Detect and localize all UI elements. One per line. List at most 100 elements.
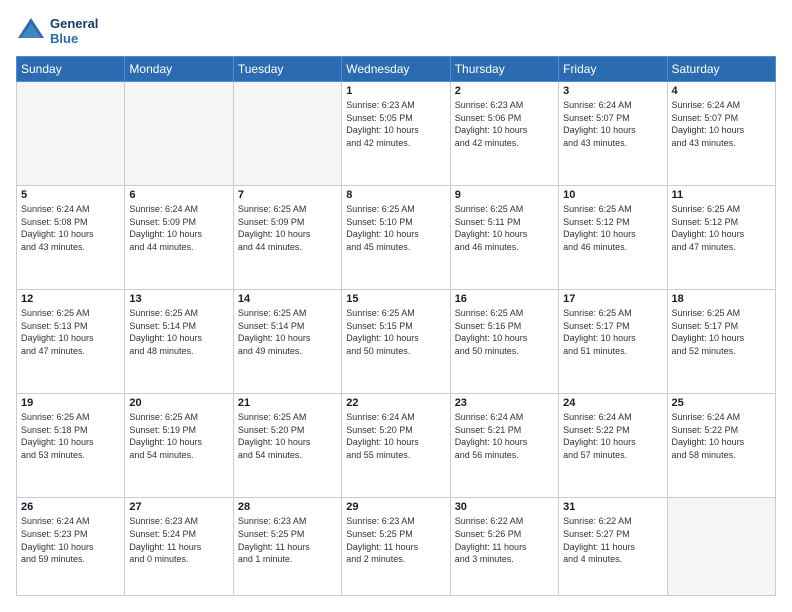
calendar-week-row: 12 Sunrise: 6:25 AMSunset: 5:13 PMDayligh… bbox=[17, 290, 776, 394]
calendar-cell: 9 Sunrise: 6:25 AMSunset: 5:11 PMDaylight… bbox=[450, 186, 558, 290]
day-number: 25 bbox=[672, 397, 771, 409]
calendar-cell: 19 Sunrise: 6:25 AMSunset: 5:18 PMDayligh… bbox=[17, 394, 125, 498]
cell-info: Sunrise: 6:24 AMSunset: 5:22 PMDaylight:… bbox=[563, 411, 662, 461]
day-number: 13 bbox=[129, 293, 228, 305]
calendar-cell: 25 Sunrise: 6:24 AMSunset: 5:22 PMDayligh… bbox=[667, 394, 775, 498]
calendar-cell: 14Sunrise: 6:25 AMSunset: 5:14 PMDayligh… bbox=[233, 290, 341, 394]
day-number: 14 bbox=[238, 293, 337, 305]
calendar-cell: 22Sunrise: 6:24 AMSunset: 5:20 PMDayligh… bbox=[342, 394, 450, 498]
calendar-cell: 24 Sunrise: 6:24 AMSunset: 5:22 PMDayligh… bbox=[559, 394, 667, 498]
cell-info: Sunrise: 6:23 AMSunset: 5:25 PMDaylight:… bbox=[346, 515, 445, 565]
day-number: 31 bbox=[563, 501, 662, 513]
cell-info: Sunrise: 6:24 AMSunset: 5:07 PMDaylight:… bbox=[563, 99, 662, 149]
header-wednesday: Wednesday bbox=[342, 57, 450, 82]
calendar-cell: 21Sunrise: 6:25 AMSunset: 5:20 PMDayligh… bbox=[233, 394, 341, 498]
cell-info: Sunrise: 6:23 AMSunset: 5:05 PMDaylight:… bbox=[346, 99, 445, 149]
header-monday: Monday bbox=[125, 57, 233, 82]
day-number: 27 bbox=[129, 501, 228, 513]
cell-info: Sunrise: 6:22 AMSunset: 5:26 PMDaylight:… bbox=[455, 515, 554, 565]
cell-info: Sunrise: 6:25 AMSunset: 5:17 PMDaylight:… bbox=[672, 307, 771, 357]
calendar-cell: 28Sunrise: 6:23 AMSunset: 5:25 PMDayligh… bbox=[233, 498, 341, 596]
cell-info: Sunrise: 6:25 AMSunset: 5:16 PMDaylight:… bbox=[455, 307, 554, 357]
calendar-cell bbox=[17, 82, 125, 186]
calendar-cell: 27Sunrise: 6:23 AMSunset: 5:24 PMDayligh… bbox=[125, 498, 233, 596]
cell-info: Sunrise: 6:24 AMSunset: 5:23 PMDaylight:… bbox=[21, 515, 120, 565]
day-number: 18 bbox=[672, 293, 771, 305]
calendar-cell: 2 Sunrise: 6:23 AMSunset: 5:06 PMDaylight… bbox=[450, 82, 558, 186]
calendar-cell: 17Sunrise: 6:25 AMSunset: 5:17 PMDayligh… bbox=[559, 290, 667, 394]
header-friday: Friday bbox=[559, 57, 667, 82]
calendar-week-row: 26 Sunrise: 6:24 AMSunset: 5:23 PMDayligh… bbox=[17, 498, 776, 596]
day-number: 24 bbox=[563, 397, 662, 409]
day-number: 4 bbox=[672, 85, 771, 97]
cell-info: Sunrise: 6:25 AMSunset: 5:18 PMDaylight:… bbox=[21, 411, 120, 461]
calendar-cell bbox=[125, 82, 233, 186]
calendar-cell: 8 Sunrise: 6:25 AMSunset: 5:10 PMDaylight… bbox=[342, 186, 450, 290]
cell-info: Sunrise: 6:25 AMSunset: 5:12 PMDaylight:… bbox=[672, 203, 771, 253]
cell-info: Sunrise: 6:25 AMSunset: 5:15 PMDaylight:… bbox=[346, 307, 445, 357]
day-number: 3 bbox=[563, 85, 662, 97]
page: General Blue SundayMondayTuesdayWednesda… bbox=[0, 0, 792, 612]
cell-info: Sunrise: 6:25 AMSunset: 5:19 PMDaylight:… bbox=[129, 411, 228, 461]
calendar-cell: 12 Sunrise: 6:25 AMSunset: 5:13 PMDayligh… bbox=[17, 290, 125, 394]
logo-icon bbox=[16, 16, 46, 46]
day-number: 29 bbox=[346, 501, 445, 513]
day-number: 26 bbox=[21, 501, 120, 513]
cell-info: Sunrise: 6:24 AMSunset: 5:07 PMDaylight:… bbox=[672, 99, 771, 149]
calendar-cell: 16 Sunrise: 6:25 AMSunset: 5:16 PMDayligh… bbox=[450, 290, 558, 394]
calendar-cell: 18 Sunrise: 6:25 AMSunset: 5:17 PMDayligh… bbox=[667, 290, 775, 394]
day-number: 9 bbox=[455, 189, 554, 201]
header-saturday: Saturday bbox=[667, 57, 775, 82]
cell-info: Sunrise: 6:23 AMSunset: 5:06 PMDaylight:… bbox=[455, 99, 554, 149]
calendar-cell: 5 Sunrise: 6:24 AMSunset: 5:08 PMDaylight… bbox=[17, 186, 125, 290]
calendar-week-row: 1 Sunrise: 6:23 AMSunset: 5:05 PMDaylight… bbox=[17, 82, 776, 186]
header: General Blue bbox=[16, 16, 776, 46]
header-sunday: Sunday bbox=[17, 57, 125, 82]
cell-info: Sunrise: 6:25 AMSunset: 5:11 PMDaylight:… bbox=[455, 203, 554, 253]
day-number: 16 bbox=[455, 293, 554, 305]
cell-info: Sunrise: 6:24 AMSunset: 5:20 PMDaylight:… bbox=[346, 411, 445, 461]
calendar-cell: 4 Sunrise: 6:24 AMSunset: 5:07 PMDaylight… bbox=[667, 82, 775, 186]
calendar-cell: 11 Sunrise: 6:25 AMSunset: 5:12 PMDayligh… bbox=[667, 186, 775, 290]
calendar-cell: 31 Sunrise: 6:22 AMSunset: 5:27 PMDayligh… bbox=[559, 498, 667, 596]
day-number: 5 bbox=[21, 189, 120, 201]
cell-info: Sunrise: 6:24 AMSunset: 5:08 PMDaylight:… bbox=[21, 203, 120, 253]
calendar-cell: 3 Sunrise: 6:24 AMSunset: 5:07 PMDaylight… bbox=[559, 82, 667, 186]
day-number: 1 bbox=[346, 85, 445, 97]
cell-info: Sunrise: 6:25 AMSunset: 5:09 PMDaylight:… bbox=[238, 203, 337, 253]
cell-info: Sunrise: 6:24 AMSunset: 5:22 PMDaylight:… bbox=[672, 411, 771, 461]
day-number: 2 bbox=[455, 85, 554, 97]
cell-info: Sunrise: 6:25 AMSunset: 5:10 PMDaylight:… bbox=[346, 203, 445, 253]
day-number: 11 bbox=[672, 189, 771, 201]
day-number: 8 bbox=[346, 189, 445, 201]
calendar-cell bbox=[667, 498, 775, 596]
calendar-cell: 10Sunrise: 6:25 AMSunset: 5:12 PMDayligh… bbox=[559, 186, 667, 290]
calendar-week-row: 5 Sunrise: 6:24 AMSunset: 5:08 PMDaylight… bbox=[17, 186, 776, 290]
calendar-cell: 15 Sunrise: 6:25 AMSunset: 5:15 PMDayligh… bbox=[342, 290, 450, 394]
calendar-header-row: SundayMondayTuesdayWednesdayThursdayFrid… bbox=[17, 57, 776, 82]
calendar-week-row: 19 Sunrise: 6:25 AMSunset: 5:18 PMDayligh… bbox=[17, 394, 776, 498]
cell-info: Sunrise: 6:25 AMSunset: 5:13 PMDaylight:… bbox=[21, 307, 120, 357]
calendar-cell: 29 Sunrise: 6:23 AMSunset: 5:25 PMDayligh… bbox=[342, 498, 450, 596]
day-number: 12 bbox=[21, 293, 120, 305]
calendar-cell: 20 Sunrise: 6:25 AMSunset: 5:19 PMDayligh… bbox=[125, 394, 233, 498]
calendar-cell: 26 Sunrise: 6:24 AMSunset: 5:23 PMDayligh… bbox=[17, 498, 125, 596]
cell-info: Sunrise: 6:24 AMSunset: 5:09 PMDaylight:… bbox=[129, 203, 228, 253]
calendar-cell: 30Sunrise: 6:22 AMSunset: 5:26 PMDayligh… bbox=[450, 498, 558, 596]
calendar-cell: 1 Sunrise: 6:23 AMSunset: 5:05 PMDaylight… bbox=[342, 82, 450, 186]
calendar-cell: 13Sunrise: 6:25 AMSunset: 5:14 PMDayligh… bbox=[125, 290, 233, 394]
logo: General Blue bbox=[16, 16, 98, 46]
header-thursday: Thursday bbox=[450, 57, 558, 82]
day-number: 7 bbox=[238, 189, 337, 201]
calendar-cell: 7 Sunrise: 6:25 AMSunset: 5:09 PMDaylight… bbox=[233, 186, 341, 290]
day-number: 28 bbox=[238, 501, 337, 513]
calendar-table: SundayMondayTuesdayWednesdayThursdayFrid… bbox=[16, 56, 776, 596]
calendar-cell: 23Sunrise: 6:24 AMSunset: 5:21 PMDayligh… bbox=[450, 394, 558, 498]
header-tuesday: Tuesday bbox=[233, 57, 341, 82]
day-number: 20 bbox=[129, 397, 228, 409]
logo-text: General Blue bbox=[50, 16, 98, 46]
day-number: 19 bbox=[21, 397, 120, 409]
cell-info: Sunrise: 6:22 AMSunset: 5:27 PMDaylight:… bbox=[563, 515, 662, 565]
day-number: 15 bbox=[346, 293, 445, 305]
day-number: 23 bbox=[455, 397, 554, 409]
